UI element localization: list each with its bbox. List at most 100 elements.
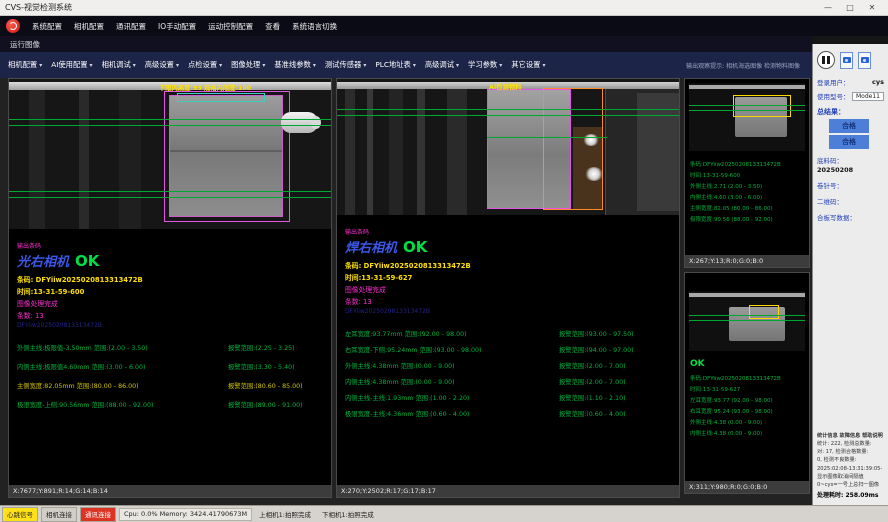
thumbnail-image-top[interactable] (689, 83, 805, 151)
statistics-line: 2025:02:08-13:31:39:05- (817, 465, 885, 473)
process-line: 图像处理完成 (345, 284, 671, 294)
toolbar-label: 测试传感器 (325, 60, 361, 70)
measure-line-green (9, 119, 331, 120)
camera-name: 光右相机 (17, 251, 69, 270)
measure-line-green (689, 315, 805, 316)
toolbar-spot-check[interactable]: 点检设置▾ (188, 60, 222, 70)
machine-column (417, 89, 425, 215)
toolbar-learn-params[interactable]: 学习参数▾ (468, 60, 502, 70)
status-ok: OK (685, 355, 809, 369)
toolbar-advanced-debug[interactable]: 高级调试▾ (425, 60, 459, 70)
count-line: 条数: 13 (17, 310, 323, 320)
measurement-row: 极限宽度-上侧:90.56mm 范围:(88.00 - 92.00) 报警范围:… (17, 400, 323, 409)
menu-motion-config[interactable]: 运动控制配置 (208, 21, 253, 32)
camera-panel-right: AI检测物料 输出条码 焊右相机 OK 条码: DFYiiw2025020813… (336, 78, 680, 498)
camera-tool-button-1[interactable] (840, 52, 853, 69)
measurement-value: 内侧主线:极限值4.60mm 范围:(3.00 - 6.00) (17, 362, 228, 371)
chevron-down-icon: ▾ (313, 62, 316, 69)
menu-system-config[interactable]: 系统配置 (32, 21, 62, 32)
chevron-down-icon: ▾ (413, 62, 416, 69)
menu-camera-config[interactable]: 相机配置 (74, 21, 104, 32)
measurement-list: 左耳宽度:93.77mm 范围:(92.00 - 98.00) 报警范围:(93… (345, 329, 671, 418)
toolbar-plc-address[interactable]: PLC地址表▾ (375, 60, 415, 70)
thumb-line: 时间:13-31-59-627 (690, 385, 804, 393)
window-title: CVS-视觉检测系统 (5, 2, 817, 13)
measurement-value: 外侧主线:极限值-3.50mm 范围:(2.00 - 3.50) (17, 343, 228, 352)
menu-view[interactable]: 查看 (265, 21, 280, 32)
measure-line-green (9, 197, 331, 198)
measurement-value: 极限宽度-上侧:90.56mm 范围:(88.00 - 92.00) (17, 400, 228, 409)
alarm-range: 报警范围:(80.60 - 85.00) (228, 381, 323, 390)
statistics-line: 显示图像取消间隔值 (817, 473, 885, 481)
thumb-line: 主侧宽度:82.05 (80.00 - 86.00) (690, 204, 804, 212)
result-text-right: 输出条码 焊右相机 OK 条码: DFYiiw2025020813313472B… (337, 215, 679, 418)
model-select[interactable]: Mode11 (852, 92, 884, 101)
toolbar-advanced-settings[interactable]: 高级设置▾ (145, 60, 179, 70)
toolbar-baseline-params[interactable]: 基准线参数▾ (274, 60, 316, 70)
pause-button[interactable] (817, 51, 835, 69)
chevron-down-icon: ▾ (133, 62, 136, 69)
comm-connect-indicator: 通讯连接 (80, 507, 116, 522)
toolbar-label: 点检设置 (188, 60, 217, 70)
measurement-value: 外侧主线:4.38mm 范围:(0.00 - 9.00) (345, 361, 559, 370)
thumbnail-image-bottom[interactable] (689, 291, 805, 351)
toolbar-image-process[interactable]: 图像处理▾ (231, 60, 265, 70)
statistics-line: 0~cys=一号上总扫一图像 (817, 481, 885, 489)
alarm-range: 报警范围:(1.10 - 2.10) (559, 393, 671, 402)
menu-comm-config[interactable]: 通讯配置 (116, 21, 146, 32)
toolbar-test-sensor[interactable]: 测试传感器▾ (325, 60, 367, 70)
statistics-block: 统计信息 故障信息 帮助说明 统计: 222, 检测总数量: 对: 17, 检测… (817, 432, 885, 500)
result-text-left: 输出条码 光右相机 OK 条码: DFYiiw2025020813313472B… (9, 229, 331, 409)
measurement-row: 内侧主线:4.38mm 范围:(0.00 - 9.00) 报警范围:(2.00 … (345, 377, 671, 386)
measure-line-green (689, 110, 805, 111)
measurement-row: 内侧主线:极限值4.60mm 范围:(3.00 - 6.00) 报警范围:(3.… (17, 362, 323, 371)
login-user-row: 登录用户： cys (817, 77, 884, 87)
menu-language-switch[interactable]: 系统语言切换 (292, 21, 337, 32)
camera-image-right[interactable]: AI检测物料 (337, 79, 679, 215)
toolbar-label: 高级设置 (145, 60, 174, 70)
result-badge-1: 合格 (829, 119, 869, 133)
process-line: 图像处理完成 (17, 298, 323, 308)
measurement-row-warning: 主侧宽度:82.05mm 范围:(80.00 - 86.00) 报警范围:(80… (17, 381, 323, 390)
maximize-button[interactable]: □ (839, 0, 861, 15)
app-logo-icon (6, 19, 20, 33)
pin-number-label: 卷针号： (817, 180, 884, 190)
dim-line: DFYiiw2025020813313472B (345, 308, 671, 315)
toolbar-other-settings[interactable]: 其它设置▾ (511, 60, 545, 70)
toolbar-label: 其它设置 (511, 60, 540, 70)
measure-line-green (689, 320, 805, 321)
toolbar-label: AI使用配置 (51, 60, 87, 70)
camera-name: 焊右相机 (345, 237, 397, 256)
close-button[interactable]: ✕ (861, 0, 883, 15)
toolbar: 相机配置▾ AI使用配置▾ 相机调试▾ 高级设置▾ 点检设置▾ 图像处理▾ 基准… (0, 52, 812, 78)
measurement-list: 外侧主线:极限值-3.50mm 范围:(2.00 - 3.50) 报警范围:(2… (17, 343, 323, 409)
camera-icon (861, 57, 869, 63)
camera-tool-button-2[interactable] (858, 52, 871, 69)
toolbar-camera-debug[interactable]: 相机调试▾ (102, 60, 136, 70)
measurement-row: 左耳宽度:93.77mm 范围:(92.00 - 98.00) 报警范围:(93… (345, 329, 671, 338)
top-camera-status: 上相机1:拍照完成 (255, 508, 315, 521)
menu-io-manual-config[interactable]: IO手动配置 (158, 21, 196, 32)
pixel-coords-right: X:270;Y:2502;R:17;G:17;B:17 (337, 485, 679, 497)
toolbar-camera-config[interactable]: 相机配置▾ (8, 60, 42, 70)
tab-run-image[interactable]: 运行图像 (10, 39, 40, 50)
toolbar-label: 学习参数 (468, 60, 497, 70)
pixel-coords-left: X:7677;Y:891;R:14;G:14;B:14 (9, 485, 331, 497)
machine-column (29, 90, 45, 229)
statistics-header: 统计信息 故障信息 帮助说明 (817, 432, 885, 440)
machine-column (79, 90, 89, 229)
qr-code-label: 二维码： (817, 196, 884, 206)
machine-column (367, 89, 373, 215)
statistics-line: 统计: 222, 检测总数量: (817, 440, 885, 448)
model-row: 使用型号： Mode11 (817, 91, 884, 101)
model-label: 使用型号： (817, 91, 850, 101)
alarm-range: 报警范围:(89.00 - 91.00) (228, 400, 323, 409)
overlay-rect-yellow (733, 95, 791, 117)
toolbar-ai-config[interactable]: AI使用配置▾ (51, 60, 92, 70)
chevron-down-icon: ▾ (262, 62, 265, 69)
status-bar: 心跳信号 相机连接 通讯连接 Cpu: 0.0% Memory: 3424.41… (0, 505, 888, 522)
elapsed-time: 处理耗时: 258.09ms (817, 491, 885, 500)
minimize-button[interactable]: — (817, 0, 839, 15)
camera-image-left[interactable]: 下限内高度:93 规格内限度:100 (9, 79, 331, 229)
chevron-down-icon: ▾ (499, 62, 502, 69)
